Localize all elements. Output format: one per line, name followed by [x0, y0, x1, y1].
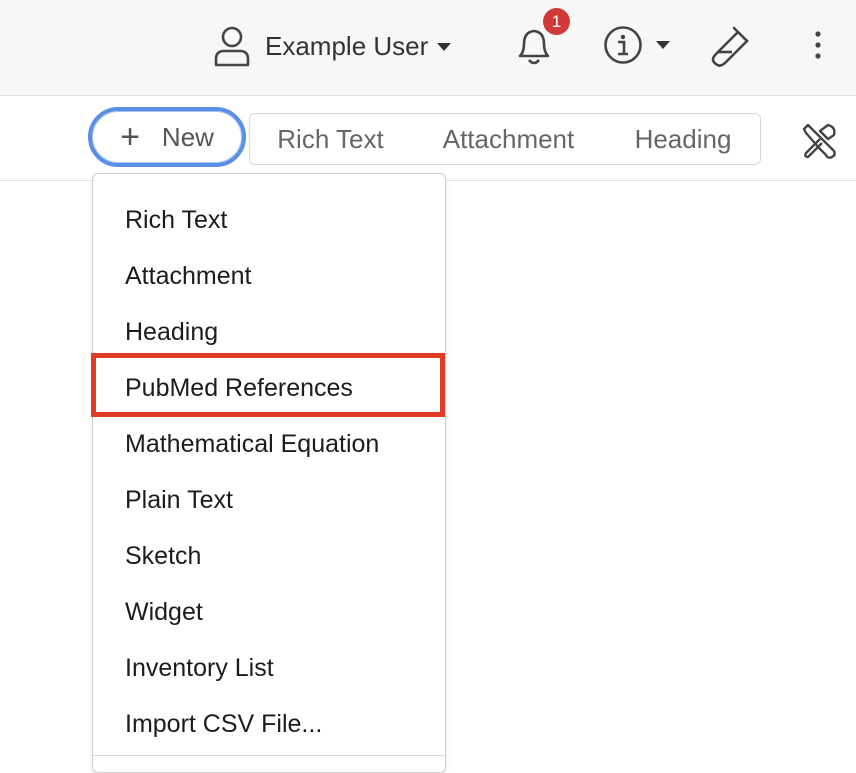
- menu-item-attachment[interactable]: Attachment: [125, 261, 251, 291]
- new-dropdown-menu: Rich Text Attachment Heading PubMed Refe…: [92, 173, 446, 773]
- attachment-button[interactable]: Attachment: [411, 113, 607, 165]
- notification-badge: 1: [543, 8, 570, 35]
- entry-toolbar: + New Rich Text Attachment Heading: [0, 96, 856, 181]
- user-icon: [214, 26, 250, 67]
- plus-icon: +: [120, 118, 140, 156]
- menu-item-inventory-list[interactable]: Inventory List: [125, 653, 274, 683]
- new-button[interactable]: + New: [88, 107, 246, 167]
- menu-item-plain-text[interactable]: Plain Text: [125, 485, 233, 515]
- rich-text-button[interactable]: Rich Text: [249, 113, 412, 165]
- menu-item-pubmed-references[interactable]: PubMed References: [125, 373, 353, 403]
- user-menu[interactable]: Example User: [213, 24, 452, 68]
- menu-item-import-csv[interactable]: Import CSV File...: [125, 709, 322, 739]
- flask-icon[interactable]: [706, 24, 752, 68]
- tools-icon[interactable]: [798, 121, 838, 161]
- menu-item-widget[interactable]: Widget: [125, 597, 203, 627]
- kebab-icon[interactable]: [810, 29, 826, 61]
- menu-item-mathematical-equation[interactable]: Mathematical Equation: [125, 429, 379, 459]
- user-name: Example User: [265, 30, 429, 61]
- chevron-down-icon: [437, 43, 452, 51]
- menu-item-rich-text[interactable]: Rich Text: [125, 205, 227, 235]
- heading-button[interactable]: Heading: [606, 113, 761, 165]
- menu-item-heading[interactable]: Heading: [125, 317, 218, 347]
- menu-item-sketch[interactable]: Sketch: [125, 541, 201, 571]
- new-button-label: New: [161, 121, 214, 152]
- menu-divider: [93, 755, 445, 756]
- info-icon[interactable]: [603, 25, 643, 65]
- top-header: Example User 1: [0, 0, 856, 96]
- info-chevron-down-icon[interactable]: [656, 41, 670, 49]
